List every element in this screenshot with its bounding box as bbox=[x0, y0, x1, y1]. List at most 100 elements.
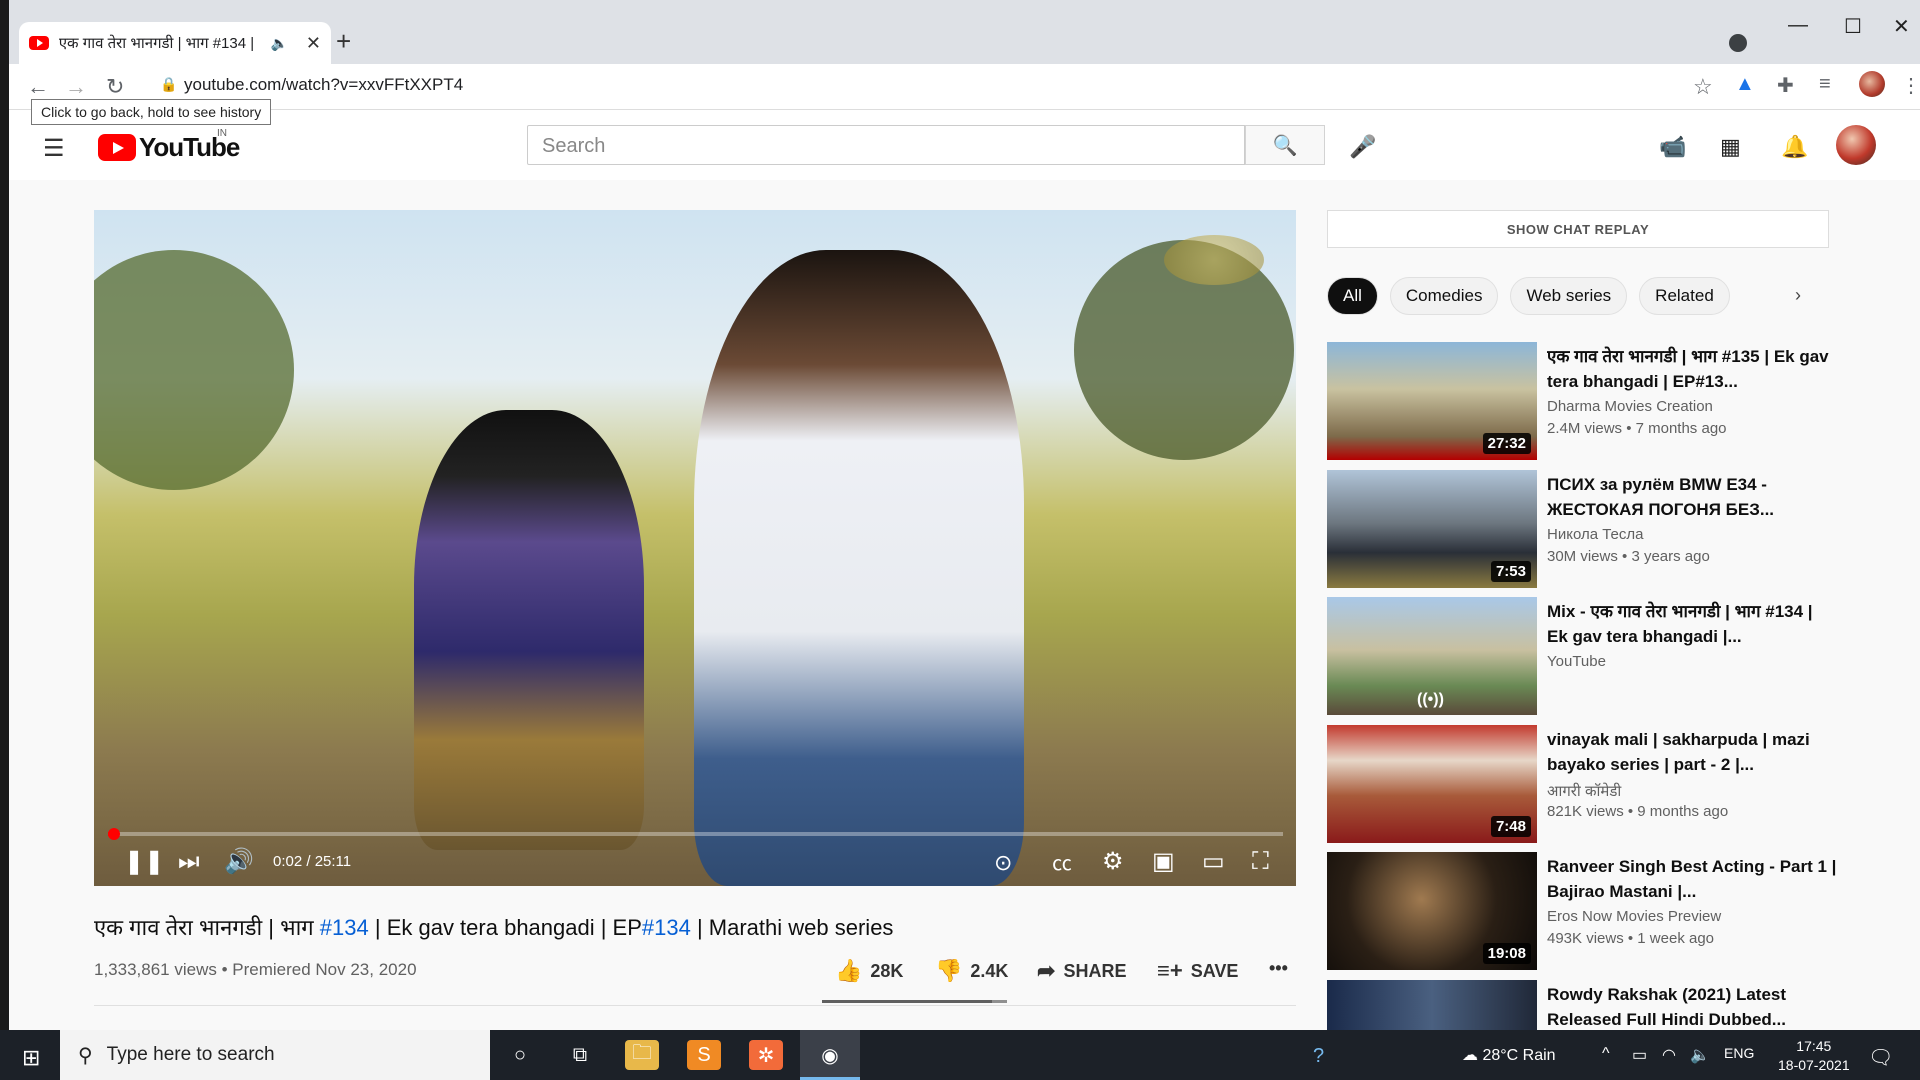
account-avatar[interactable] bbox=[1836, 125, 1876, 165]
chip-comedies[interactable]: Comedies bbox=[1389, 277, 1499, 315]
create-video-icon[interactable]: 📹 bbox=[1659, 134, 1686, 160]
related-video[interactable]: 27:32 एक गाव तेरा भानगडी | भाग #135 | Ek… bbox=[1327, 342, 1847, 460]
battery-icon[interactable]: ▭ bbox=[1632, 1045, 1647, 1065]
related-title[interactable]: Rowdy Rakshak (2021) Latest Released Ful… bbox=[1547, 982, 1837, 1030]
related-title[interactable]: Mix - एक गाव तेरा भानगडी | भाग #134 | Ek… bbox=[1547, 599, 1837, 649]
youtube-play-icon bbox=[98, 134, 136, 161]
browser-tab-active[interactable]: एक गाव तेरा भानगडी | भाग #134 | Ek gav t… bbox=[19, 22, 331, 64]
chip-web-series[interactable]: Web series bbox=[1510, 277, 1628, 315]
sublime-text-icon[interactable]: S bbox=[687, 1040, 721, 1070]
thumbs-down-icon: 👎 bbox=[935, 958, 963, 983]
youtube-favicon-icon bbox=[29, 36, 49, 50]
video-thumbnail[interactable]: 7:48 bbox=[1327, 725, 1537, 843]
puzzle-icon[interactable]: ✚ bbox=[1777, 73, 1794, 98]
minimize-icon[interactable]: — bbox=[1788, 14, 1808, 37]
related-video[interactable]: Rowdy Rakshak (2021) Latest Released Ful… bbox=[1327, 980, 1847, 1030]
dislike-button[interactable]: 👎 2.4K bbox=[935, 958, 1008, 984]
taskbar-search[interactable]: ⚲ Type here to search bbox=[60, 1030, 490, 1080]
more-actions-icon[interactable]: ••• bbox=[1269, 958, 1288, 979]
scrubber-handle[interactable] bbox=[107, 828, 120, 840]
video-thumbnail[interactable]: ((•)) bbox=[1327, 597, 1537, 715]
language-indicator[interactable]: ENG bbox=[1724, 1045, 1754, 1061]
xampp-icon[interactable]: ✲ bbox=[749, 1040, 783, 1070]
miniplayer-icon[interactable]: ▣ bbox=[1152, 847, 1175, 876]
weather-widget[interactable]: ☁ 28°C Rain bbox=[1462, 1045, 1556, 1065]
close-window-icon[interactable]: ✕ bbox=[1893, 14, 1910, 39]
related-title[interactable]: ПСИХ за рулём BMW E34 - ЖЕСТОКАЯ ПОГОНЯ … bbox=[1547, 472, 1837, 522]
tab-search-icon[interactable] bbox=[1729, 34, 1747, 52]
related-title[interactable]: एक गाव तेरा भानगडी | भाग #135 | Ek gav t… bbox=[1547, 344, 1837, 394]
hashtag-link[interactable]: #134 bbox=[642, 915, 691, 940]
show-chat-replay-button[interactable]: SHOW CHAT REPLAY bbox=[1327, 210, 1829, 248]
related-channel[interactable]: Eros Now Movies Preview bbox=[1547, 908, 1721, 925]
search-input[interactable]: Search bbox=[527, 125, 1245, 165]
cortana-icon[interactable]: ○ bbox=[503, 1040, 537, 1070]
save-label: SAVE bbox=[1190, 960, 1239, 981]
browser-menu-icon[interactable]: ⋮ bbox=[1901, 73, 1920, 98]
chrome-taskbar-button[interactable]: ◉ bbox=[800, 1030, 860, 1080]
related-channel[interactable]: Dharma Movies Creation bbox=[1547, 398, 1713, 415]
file-explorer-icon[interactable]: 🗀 bbox=[625, 1040, 659, 1070]
chevron-right-icon[interactable]: › bbox=[1795, 285, 1801, 306]
watch-page: ❚❚ ⏭ 🔊 0:02 / 25:11 ⊙ ㏄ ⚙ ▣ ▭ ⛶ एक गाव त… bbox=[9, 180, 1920, 1030]
hashtag-link[interactable]: #134 bbox=[320, 915, 369, 940]
extension-icon[interactable]: ▲ bbox=[1735, 73, 1755, 96]
help-icon[interactable]: ? bbox=[1313, 1045, 1324, 1068]
related-video[interactable]: 7:48 vinayak mali | sakharpuda | mazi ba… bbox=[1327, 725, 1847, 843]
tab-close-icon[interactable]: ✕ bbox=[306, 33, 321, 54]
video-thumbnail[interactable]: 7:53 bbox=[1327, 470, 1537, 588]
related-video[interactable]: 7:53 ПСИХ за рулём BMW E34 - ЖЕСТОКАЯ ПО… bbox=[1327, 470, 1847, 588]
microphone-icon[interactable]: 🎤 bbox=[1349, 134, 1376, 160]
share-button[interactable]: ➦ SHARE bbox=[1037, 958, 1126, 984]
autoplay-toggle[interactable]: ⊙ bbox=[994, 850, 1012, 876]
next-icon[interactable]: ⏭ bbox=[178, 848, 200, 876]
tab-audio-icon[interactable]: 🔈 bbox=[270, 35, 287, 52]
title-text: | Ek gav tera bhangadi | EP bbox=[368, 915, 642, 940]
forward-icon[interactable]: → bbox=[65, 74, 87, 100]
maximize-icon[interactable]: ☐ bbox=[1844, 14, 1862, 39]
windows-start-icon[interactable]: ⊞ bbox=[22, 1045, 40, 1071]
video-player[interactable]: ❚❚ ⏭ 🔊 0:02 / 25:11 ⊙ ㏄ ⚙ ▣ ▭ ⛶ bbox=[94, 210, 1296, 886]
related-channel[interactable]: आगरी कॉमेडी bbox=[1547, 781, 1621, 801]
related-video[interactable]: 19:08 Ranveer Singh Best Acting - Part 1… bbox=[1327, 852, 1847, 970]
new-tab-button[interactable]: + bbox=[336, 26, 351, 57]
save-button[interactable]: ≡+ SAVE bbox=[1157, 958, 1238, 984]
chip-related[interactable]: Related bbox=[1639, 277, 1730, 315]
volume-icon[interactable]: 🔊 bbox=[224, 847, 254, 876]
theater-mode-icon[interactable]: ▭ bbox=[1202, 847, 1225, 876]
taskbar-clock[interactable]: 17:45 18-07-2021 bbox=[1778, 1037, 1850, 1075]
notifications-bell-icon[interactable]: 🔔 bbox=[1781, 134, 1808, 160]
star-icon[interactable]: ☆ bbox=[1693, 74, 1713, 100]
video-progress-bar[interactable] bbox=[107, 828, 1283, 840]
reload-icon[interactable]: ↻ bbox=[106, 74, 124, 100]
video-time: 0:02 / 25:11 bbox=[273, 853, 352, 870]
captions-icon[interactable]: ㏄ bbox=[1052, 847, 1072, 876]
tray-chevron-icon[interactable]: ^ bbox=[1602, 1045, 1610, 1063]
notification-center-icon[interactable]: 🗨 bbox=[1868, 1045, 1893, 1070]
video-thumbnail[interactable]: 27:32 bbox=[1327, 342, 1537, 460]
related-title[interactable]: vinayak mali | sakharpuda | mazi bayako … bbox=[1547, 727, 1837, 777]
media-queue-icon[interactable]: ≡ bbox=[1819, 73, 1831, 96]
menu-icon[interactable]: ☰ bbox=[43, 134, 65, 163]
pause-icon[interactable]: ❚❚ bbox=[124, 847, 164, 876]
related-channel[interactable]: YouTube bbox=[1547, 653, 1606, 670]
lock-icon[interactable]: 🔒 bbox=[160, 76, 177, 93]
related-channel[interactable]: Никола Тесла bbox=[1547, 526, 1643, 543]
apps-grid-icon[interactable]: ▦ bbox=[1720, 134, 1741, 160]
url-field[interactable]: 🔒 youtube.com/watch?v=xxvFFtXXPT4 bbox=[160, 75, 463, 95]
task-view-icon[interactable]: ⧉ bbox=[563, 1040, 597, 1070]
related-title[interactable]: Ranveer Singh Best Acting - Part 1 | Baj… bbox=[1547, 854, 1837, 904]
video-thumbnail[interactable] bbox=[1327, 980, 1537, 1030]
address-bar-row: ← → ↻ 🔒 youtube.com/watch?v=xxvFFtXXPT4 … bbox=[9, 64, 1920, 110]
related-video[interactable]: ((•)) Mix - एक गाव तेरा भानगडी | भाग #13… bbox=[1327, 597, 1847, 715]
search-button[interactable]: 🔍 bbox=[1245, 125, 1325, 165]
chip-all[interactable]: All bbox=[1327, 277, 1378, 315]
back-icon[interactable]: ← bbox=[27, 74, 49, 100]
like-button[interactable]: 👍 28K bbox=[835, 958, 903, 984]
profile-avatar[interactable] bbox=[1859, 71, 1885, 97]
video-thumbnail[interactable]: 19:08 bbox=[1327, 852, 1537, 970]
fullscreen-icon[interactable]: ⛶ bbox=[1252, 848, 1269, 876]
wifi-icon[interactable]: ◠ bbox=[1662, 1045, 1676, 1065]
settings-gear-icon[interactable]: ⚙ bbox=[1102, 847, 1124, 876]
speaker-icon[interactable]: 🔈 bbox=[1690, 1045, 1710, 1065]
